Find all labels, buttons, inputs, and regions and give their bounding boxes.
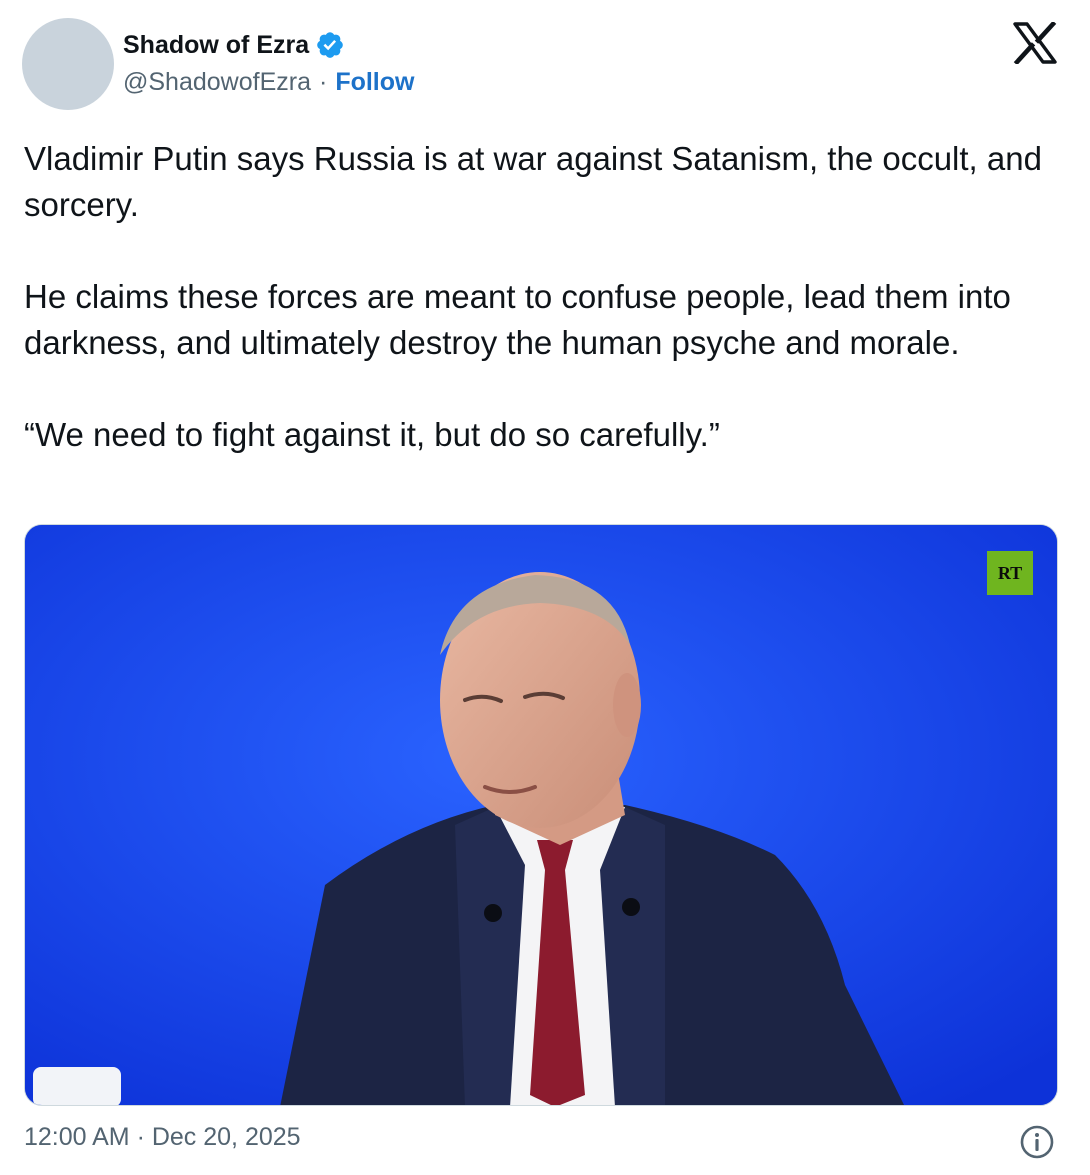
x-logo-icon[interactable] — [1012, 20, 1058, 66]
separator-dot: · — [318, 68, 328, 96]
left-lapel-mic — [484, 904, 502, 922]
tweet-text: Vladimir Putin says Russia is at war aga… — [24, 136, 1068, 458]
follow-button[interactable]: Follow — [335, 68, 414, 97]
tweet-media-video[interactable]: RT — [24, 524, 1058, 1106]
author-display-name[interactable]: Shadow of Ezra — [123, 31, 309, 60]
name-row: Shadow of Ezra — [123, 28, 414, 62]
tweet-paragraph: Vladimir Putin says Russia is at war aga… — [24, 140, 1042, 223]
handle-row: @ShadowofEzra · Follow — [123, 68, 414, 97]
ear — [613, 673, 641, 737]
tweet-timestamp[interactable]: 12:00 AM · Dec 20, 2025 — [24, 1123, 301, 1152]
video-still: RT — [25, 525, 1057, 1105]
info-icon[interactable] — [1019, 1124, 1055, 1160]
tweet-paragraph: He claims these forces are meant to conf… — [24, 278, 1011, 361]
cup — [33, 1067, 121, 1105]
author-block: Shadow of Ezra @ShadowofEzra · Follow — [123, 28, 414, 97]
rt-logo-text: RT — [998, 563, 1022, 583]
right-lapel-mic — [622, 898, 640, 916]
author-avatar[interactable] — [22, 18, 114, 110]
rt-logo: RT — [987, 551, 1033, 595]
verified-badge-icon — [315, 30, 345, 60]
author-handle[interactable]: @ShadowofEzra — [123, 68, 311, 97]
tweet-paragraph: “We need to fight against it, but do so … — [24, 416, 720, 453]
